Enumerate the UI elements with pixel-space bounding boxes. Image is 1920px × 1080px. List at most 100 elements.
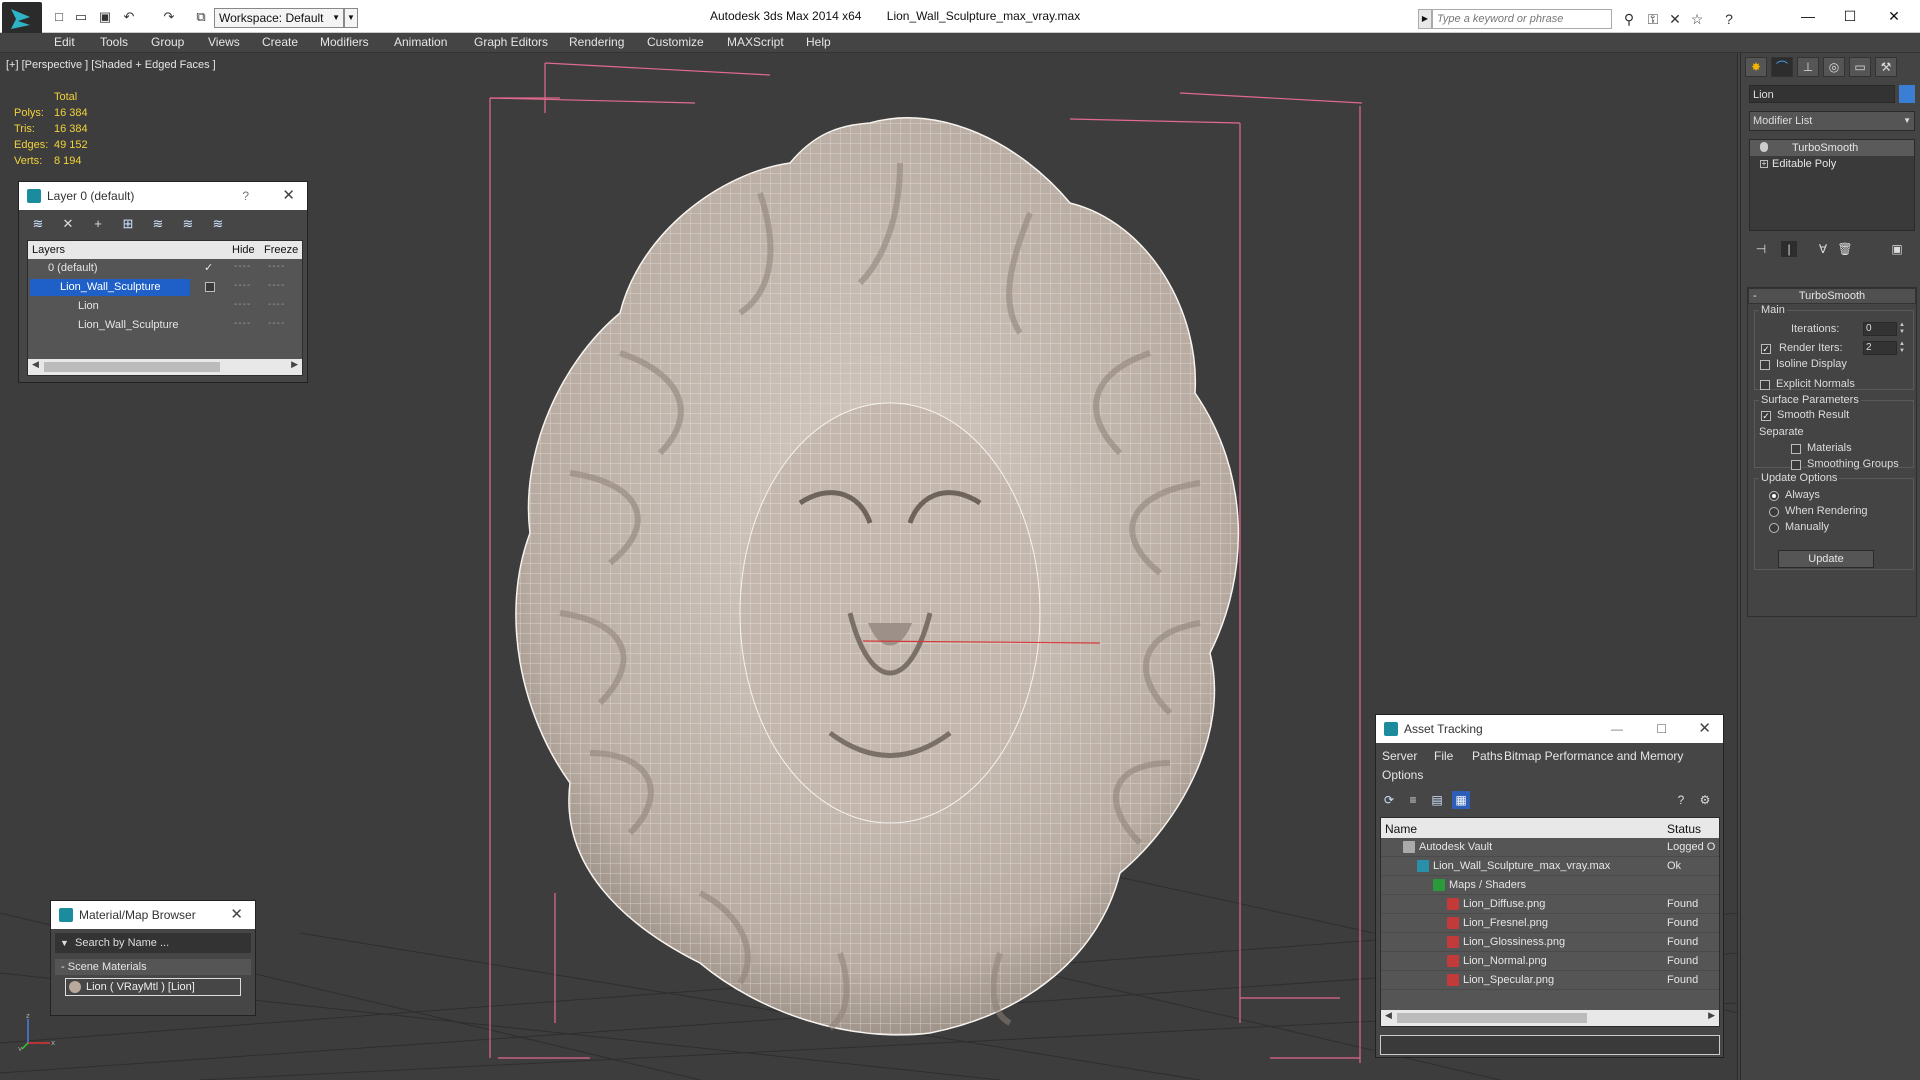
material-search-input[interactable]: ▼ Search by Name ... — [55, 933, 251, 953]
refresh-icon[interactable]: ⟳ — [1380, 791, 1398, 809]
table-view-icon[interactable]: ▦ — [1452, 791, 1470, 809]
asset-tracking-header[interactable]: Asset Tracking — ☐ ✕ — [1376, 715, 1723, 743]
close-icon[interactable]: ✕ — [230, 901, 243, 929]
help-icon[interactable]: ? — [1672, 791, 1690, 809]
render-iters-spinner[interactable]: 2 — [1863, 341, 1897, 355]
layer-help-button[interactable]: ? — [242, 182, 249, 210]
material-browser-header[interactable]: Material/Map Browser ✕ — [51, 901, 255, 929]
asset-row[interactable]: Lion_Wall_Sculpture_max_vray.max Ok — [1381, 857, 1719, 876]
current-layer-check-icon[interactable]: ✓ — [204, 261, 213, 274]
asset-menu-file[interactable]: File — [1434, 749, 1453, 763]
when-rendering-radio[interactable] — [1769, 507, 1779, 517]
highlight-layer-icon[interactable]: ≋ — [149, 216, 167, 232]
favorites-star-icon[interactable]: ☆ — [1688, 10, 1706, 28]
col-hide[interactable]: Hide — [232, 244, 255, 256]
rollout-header[interactable]: - TurboSmooth — [1748, 288, 1916, 304]
col-name[interactable]: Name — [1385, 822, 1417, 836]
list-view-icon[interactable]: ≡ — [1404, 791, 1422, 809]
scroll-left-icon[interactable]: ◀ — [32, 359, 39, 370]
always-radio[interactable] — [1769, 491, 1779, 501]
layer-row[interactable]: Lion ---- ---- — [28, 297, 302, 316]
scroll-right-icon[interactable]: ▶ — [291, 359, 298, 370]
asset-row[interactable]: Lion_Glossiness.png Found — [1381, 933, 1719, 952]
viewport-label[interactable]: [+] [Perspective ] [Shaded + Edged Faces… — [6, 59, 216, 71]
show-end-result-icon[interactable]: | — [1781, 241, 1797, 257]
binoculars-icon[interactable]: ⚲ — [1620, 10, 1638, 28]
maximize-button[interactable]: ☐ — [1656, 715, 1667, 743]
layer-row[interactable]: Lion_Wall_Sculpture ---- ---- — [28, 278, 302, 297]
search-input[interactable]: Type a keyword or phrase — [1432, 9, 1612, 29]
quick-access-customize-button[interactable]: ▼ — [344, 8, 358, 28]
close-icon[interactable]: ✕ — [282, 182, 295, 210]
create-tab-icon[interactable]: ✸ — [1745, 57, 1767, 77]
lightbulb-icon[interactable] — [1760, 142, 1768, 152]
asset-menu-options[interactable]: Options — [1382, 768, 1423, 782]
project-folder-icon[interactable]: ⧉ — [192, 9, 210, 25]
layer-panel-header[interactable]: Layer 0 (default) ? ✕ — [19, 182, 307, 210]
menu-modifiers[interactable]: Modifiers — [320, 35, 369, 49]
expand-icon[interactable]: + — [1760, 160, 1768, 168]
add-to-layer-icon[interactable]: + — [89, 216, 107, 232]
minimize-button[interactable]: — — [1790, 6, 1826, 26]
create-layer-icon[interactable]: ≋ — [29, 216, 47, 232]
layer-row[interactable]: 0 (default) ✓ ---- ---- — [28, 259, 302, 278]
menu-animation[interactable]: Animation — [394, 35, 447, 49]
search-expand-button[interactable]: ▶ — [1418, 9, 1432, 29]
asset-menu-paths[interactable]: Paths — [1472, 749, 1503, 763]
horizontal-scrollbar[interactable]: ◀ ▶ — [1381, 1010, 1719, 1026]
modifier-editable-poly[interactable]: + Editable Poly — [1750, 156, 1914, 172]
subscription-icon[interactable]: ⚿ — [1644, 10, 1662, 28]
explicit-normals-checkbox[interactable] — [1760, 380, 1770, 390]
remove-modifier-icon[interactable]: 🗑 — [1837, 241, 1853, 257]
settings-icon[interactable]: ⚙ — [1696, 791, 1714, 809]
material-item[interactable]: Lion ( VRayMtl ) [Lion] — [65, 978, 241, 996]
new-file-icon[interactable]: □ — [50, 9, 68, 25]
thumbnail-view-icon[interactable]: ▤ — [1428, 791, 1446, 809]
menu-create[interactable]: Create — [262, 35, 298, 49]
asset-row[interactable]: Lion_Specular.png Found — [1381, 971, 1719, 990]
layer-row[interactable]: Lion_Wall_Sculpture ---- ---- — [28, 316, 302, 335]
utilities-tab-icon[interactable]: ⚒ — [1875, 57, 1897, 77]
redo-icon[interactable]: ↷ — [160, 9, 178, 25]
close-icon[interactable]: ✕ — [1698, 715, 1711, 743]
help-icon[interactable]: ? — [1720, 10, 1738, 28]
render-iters-checkbox[interactable]: ✓ — [1761, 344, 1771, 354]
freeze-all-icon[interactable]: ≋ — [209, 216, 227, 232]
col-layers[interactable]: Layers — [32, 244, 65, 256]
menu-customize[interactable]: Customize — [647, 35, 704, 49]
scroll-right-icon[interactable]: ▶ — [1708, 1010, 1715, 1021]
menu-graph-editors[interactable]: Graph Editors — [474, 35, 548, 49]
object-name-field[interactable]: Lion — [1749, 85, 1895, 103]
modifier-turbosmooth[interactable]: TurboSmooth — [1750, 140, 1914, 156]
workspace-select[interactable]: Workspace: Default ▼ — [214, 8, 344, 28]
manually-radio[interactable] — [1769, 523, 1779, 533]
menu-maxscript[interactable]: MAXScript — [727, 35, 784, 49]
asset-path-field[interactable] — [1380, 1035, 1720, 1055]
smooth-result-checkbox[interactable]: ✓ — [1761, 411, 1771, 421]
make-unique-icon[interactable]: ∀ — [1815, 241, 1831, 257]
asset-menu-server[interactable]: Server — [1382, 749, 1417, 763]
configure-sets-icon[interactable]: ▣ — [1889, 241, 1905, 257]
menu-edit[interactable]: Edit — [54, 35, 75, 49]
display-tab-icon[interactable]: ▭ — [1849, 57, 1871, 77]
asset-menu-bitmap[interactable]: Bitmap Performance and Memory — [1504, 749, 1683, 763]
horizontal-scrollbar[interactable]: ◀ ▶ — [28, 359, 302, 375]
asset-row[interactable]: Maps / Shaders — [1381, 876, 1719, 895]
asset-row[interactable]: Lion_Diffuse.png Found — [1381, 895, 1719, 914]
motion-tab-icon[interactable]: ◎ — [1823, 57, 1845, 77]
spinner-arrows-icon[interactable]: ▲ ▼ — [1899, 322, 1907, 336]
communication-center-icon[interactable]: ✕ — [1666, 10, 1684, 28]
iterations-spinner[interactable]: 0 — [1863, 322, 1897, 336]
scroll-left-icon[interactable]: ◀ — [1385, 1010, 1392, 1021]
delete-layer-icon[interactable]: ✕ — [59, 216, 77, 232]
asset-row[interactable]: Autodesk Vault Logged O — [1381, 838, 1719, 857]
update-button[interactable]: Update — [1778, 550, 1874, 568]
col-status[interactable]: Status — [1667, 822, 1701, 836]
asset-row[interactable]: Lion_Fresnel.png Found — [1381, 914, 1719, 933]
isoline-display-checkbox[interactable] — [1760, 360, 1770, 370]
smoothing-groups-checkbox[interactable] — [1791, 460, 1801, 470]
pin-stack-icon[interactable]: ⊣ — [1753, 241, 1769, 257]
scroll-thumb[interactable] — [1397, 1013, 1587, 1023]
menu-rendering[interactable]: Rendering — [569, 35, 624, 49]
current-layer-checkbox[interactable] — [205, 282, 215, 292]
